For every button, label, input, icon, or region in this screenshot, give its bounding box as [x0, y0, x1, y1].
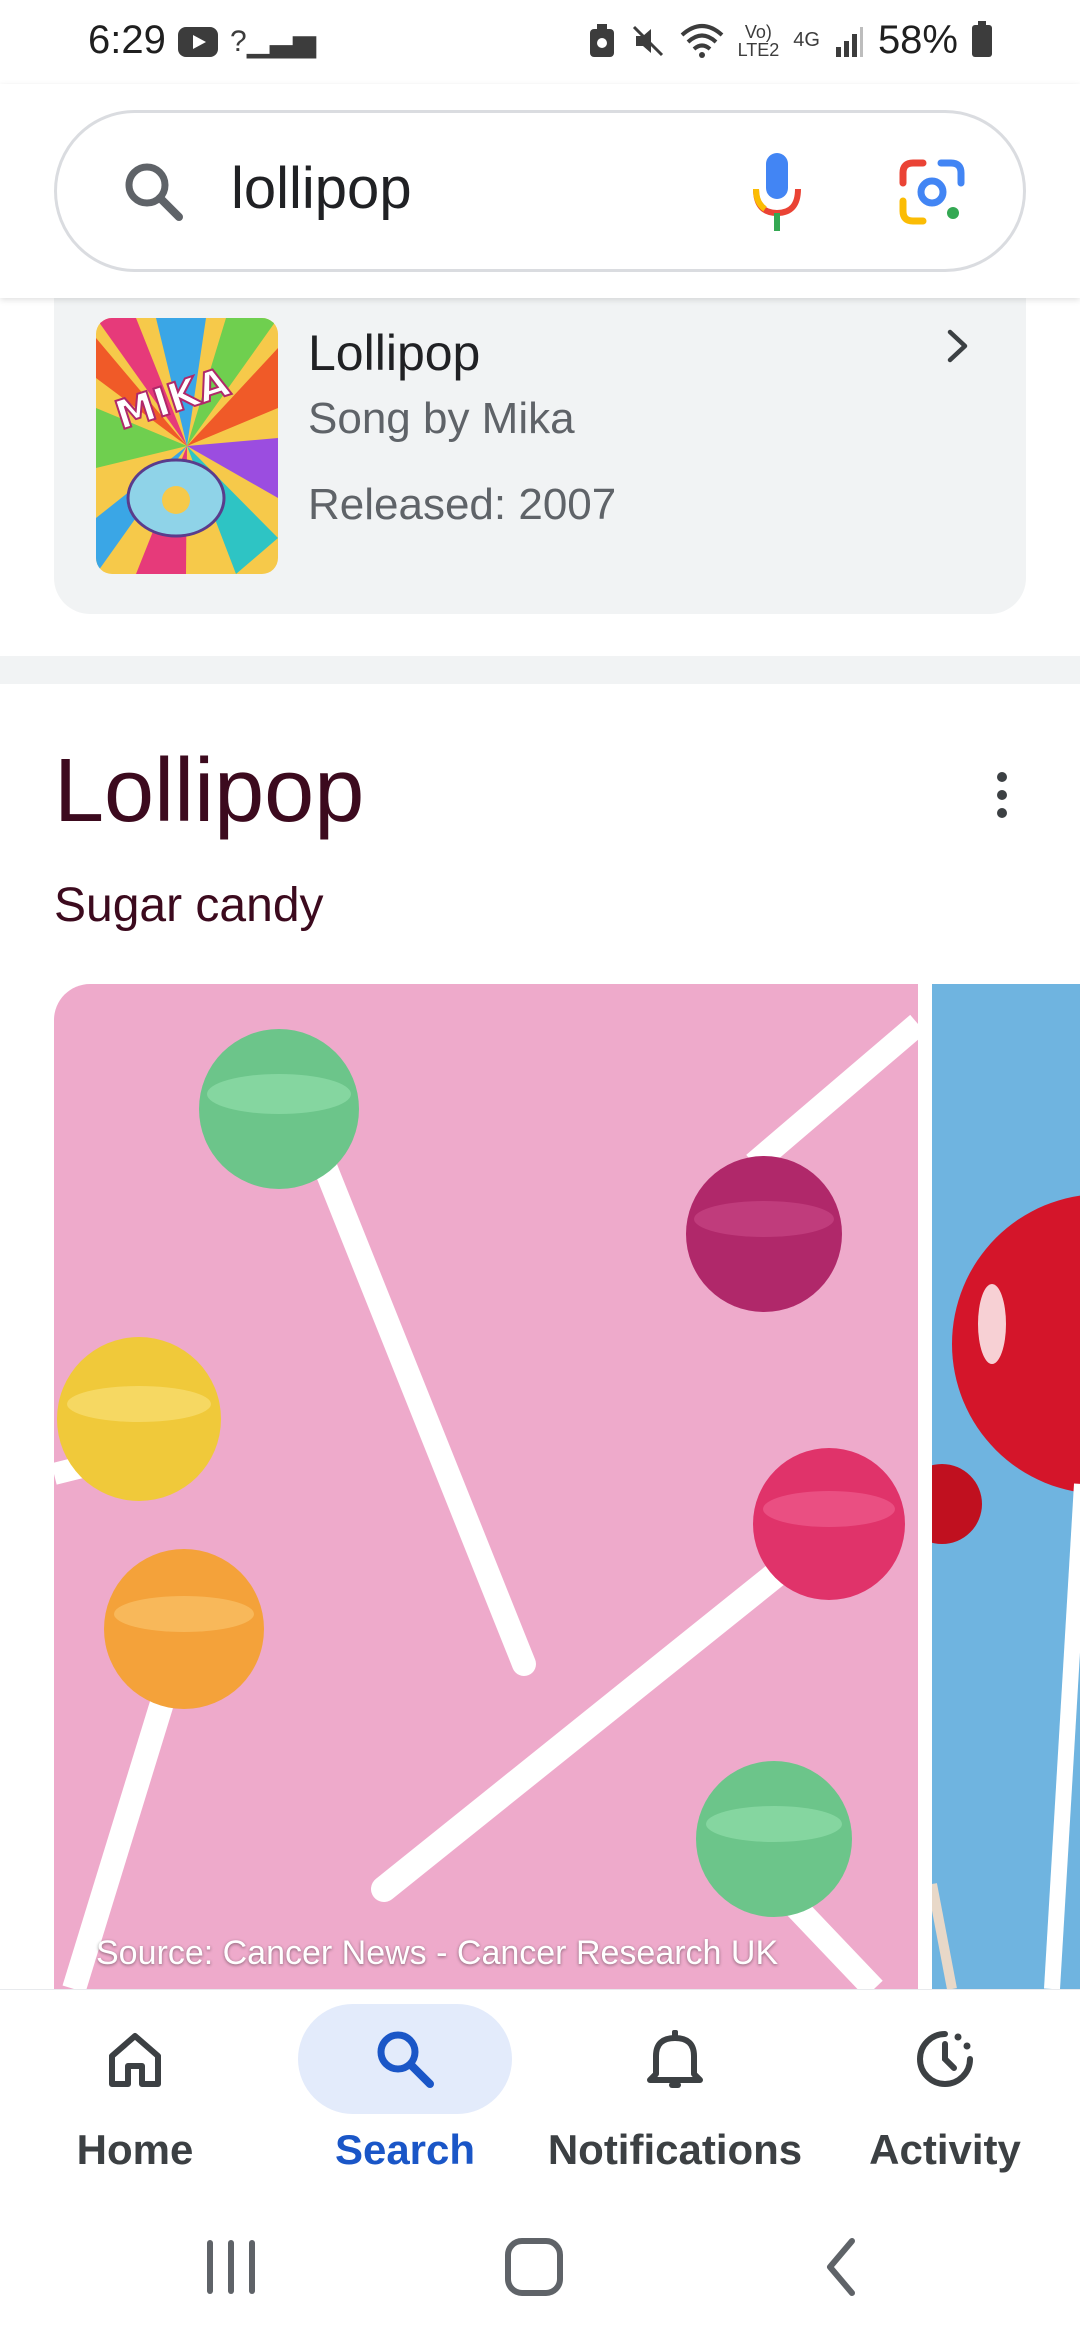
nav-notifications-label: Notifications [547, 2126, 803, 2173]
album-art-image: MIKA [96, 318, 278, 574]
search-icon[interactable] [119, 157, 189, 227]
chevron-right-icon[interactable] [938, 326, 978, 366]
home-button-icon[interactable] [500, 2235, 570, 2299]
data-saver-icon [589, 23, 614, 57]
mute-icon [632, 25, 663, 56]
image-source-caption[interactable]: Source: Cancer News - Cancer Research UK [96, 1934, 778, 1973]
status-right-icons: Vo) LTE2 4G 58% [588, 18, 992, 63]
search-input[interactable]: lollipop [54, 110, 1026, 272]
system-navigation-bar [0, 2199, 1080, 2340]
search-icon [377, 2031, 434, 2088]
song-subtitle: Song by Mika [308, 394, 575, 443]
bottom-navigation: Home Search Notifications Activity [0, 1989, 1080, 2199]
nav-home-label: Home [76, 2126, 194, 2173]
cell-signal-icon [835, 26, 863, 57]
knowledge-panel-subtitle: Sugar candy [54, 879, 324, 932]
nav-home-icon-wrap [28, 2004, 242, 2114]
lollipop-image-main[interactable]: Source: Cancer News - Cancer Research UK [54, 984, 918, 1989]
battery-icon [972, 20, 992, 57]
nav-search-icon-wrap [298, 2004, 512, 2114]
nav-search[interactable]: Search [270, 1990, 540, 2200]
song-released: Released: 2007 [308, 480, 617, 529]
status-bar: 6:29 ?▁▃▅ Vo) LTE2 4G 58% [0, 0, 1080, 84]
signal-unknown-icon: ?▁▃▅ [230, 25, 316, 58]
more-options-icon[interactable] [990, 770, 1014, 820]
nav-home[interactable]: Home [0, 1990, 270, 2200]
status-left-icons: ?▁▃▅ [178, 24, 316, 59]
home-icon [109, 2033, 161, 2087]
section-divider [0, 656, 1080, 684]
song-title: Lollipop [308, 325, 481, 381]
network-type-label: 4G [793, 29, 820, 51]
search-query-text[interactable]: lollipop [231, 155, 412, 222]
bell-icon [647, 2030, 703, 2088]
status-time: 6:29 [88, 18, 166, 62]
back-icon[interactable] [810, 2235, 880, 2299]
recent-apps-icon[interactable] [196, 2235, 266, 2299]
search-header: lollipop [0, 84, 1080, 298]
battery-percent: 58% [877, 18, 958, 62]
volte-label: Vo) LTE2 [737, 21, 780, 60]
youtube-notification-icon [178, 26, 218, 57]
microphone-icon[interactable] [747, 151, 807, 235]
nav-search-label: Search [334, 2126, 476, 2173]
nav-activity[interactable]: Activity [810, 1990, 1080, 2200]
nav-notifications-icon-wrap [568, 2004, 782, 2114]
activity-icon [917, 2031, 973, 2087]
wifi-icon [680, 23, 723, 58]
nav-activity-label: Activity [869, 2126, 1021, 2173]
lollipop-image-secondary[interactable] [932, 984, 1080, 1989]
song-result-card[interactable]: MIKA Lollipop Song by Mika Released: 200… [54, 290, 1026, 614]
nav-notifications[interactable]: Notifications [540, 1990, 810, 2200]
knowledge-panel-title: Lollipop [54, 741, 365, 841]
google-lens-icon[interactable] [897, 157, 967, 227]
nav-activity-icon-wrap [838, 2004, 1052, 2114]
